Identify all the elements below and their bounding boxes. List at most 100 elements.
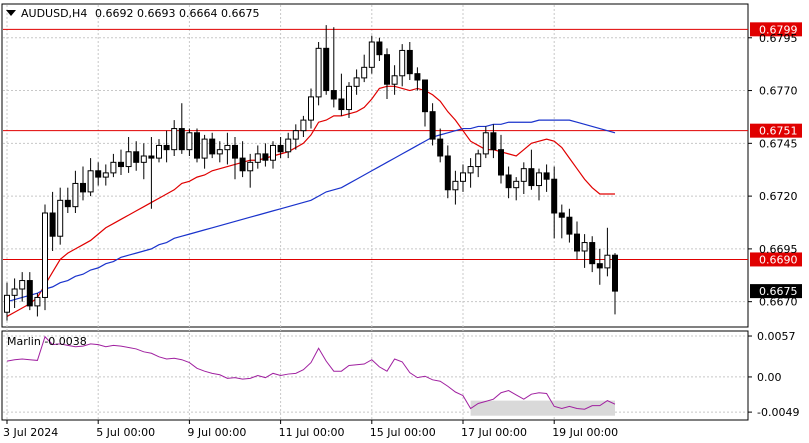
chart-canvas[interactable]: 0.67990.67510.66900.6675 0.67950.67700.6… xyxy=(0,0,809,443)
candle-body xyxy=(323,47,330,92)
x-tick-label: 17 Jul 00:00 xyxy=(461,426,527,439)
candle-body xyxy=(338,98,345,111)
indicator-panel-frame xyxy=(1,330,749,421)
x-tick-label: 5 Jul 00:00 xyxy=(96,426,155,439)
candle-body xyxy=(498,149,504,176)
candle-body xyxy=(543,172,550,180)
x-tick-label: 9 Jul 00:00 xyxy=(187,426,246,439)
candle-body xyxy=(171,128,178,151)
candle-body xyxy=(148,155,155,159)
y-tick-label: 0.6770 xyxy=(759,85,798,98)
candle-body xyxy=(72,182,79,208)
candle-body xyxy=(270,144,276,161)
candle-body xyxy=(475,153,482,168)
candle-body xyxy=(551,178,558,214)
candle-body xyxy=(596,263,603,269)
candle-body xyxy=(277,144,284,153)
candle-body xyxy=(452,180,459,191)
candle-body xyxy=(520,168,527,182)
candle-body xyxy=(292,130,299,140)
candle-body xyxy=(558,212,565,218)
candle-body xyxy=(49,212,56,237)
candle-body xyxy=(406,49,413,75)
candle-body xyxy=(528,168,535,187)
candle-body xyxy=(110,161,117,174)
candle-body xyxy=(308,96,314,121)
candle-body xyxy=(399,49,406,77)
candle-body xyxy=(125,151,132,168)
candle-body xyxy=(87,170,94,193)
candle-body xyxy=(414,73,421,81)
candle-body xyxy=(133,151,140,163)
candle-body xyxy=(315,47,322,98)
candle-body xyxy=(300,119,307,132)
candle-body xyxy=(574,233,580,252)
candle-body xyxy=(254,153,261,163)
ohlc-values: 0.6692 0.6693 0.6664 0.6675 xyxy=(95,7,259,20)
y-tick-label: 0.6795 xyxy=(759,32,798,45)
candle-body xyxy=(285,138,292,153)
candle-body xyxy=(346,85,352,111)
candle-body xyxy=(4,294,10,313)
osc-y-tick-label: -0.0049 xyxy=(757,406,799,419)
y-tick-label: 0.6670 xyxy=(759,296,798,309)
candle-body xyxy=(391,75,398,85)
candle-body xyxy=(140,155,147,163)
candle-body xyxy=(384,54,390,85)
osc-y-tick-label: 0.0057 xyxy=(757,330,796,343)
candle-body xyxy=(102,172,109,178)
chart-window: 0.6799 0.6751 0.6690 0.6675 0.6795 0.6770 0.6… xyxy=(0,0,809,443)
candle-body xyxy=(209,138,216,155)
candle-body xyxy=(178,128,185,151)
candle-body xyxy=(247,161,254,172)
candle-body xyxy=(64,199,71,208)
candle-body xyxy=(353,77,360,87)
candle-body xyxy=(361,66,368,79)
y-tick-label: 0.6720 xyxy=(759,190,798,203)
x-tick-label: 15 Jul 00:00 xyxy=(370,426,436,439)
candle-body xyxy=(429,111,436,140)
indicator-label: Marlin -0.0038 xyxy=(7,335,87,348)
candle-body xyxy=(422,79,428,113)
candle-body xyxy=(216,149,223,155)
candle-body xyxy=(80,182,86,193)
x-tick-label: 3 Jul 2024 xyxy=(3,426,58,439)
candle-body xyxy=(224,144,231,151)
candle-body xyxy=(156,144,162,159)
candle-body xyxy=(467,166,474,174)
level-price-label: 0.6751 xyxy=(759,125,798,138)
candle-body xyxy=(194,132,200,159)
candle-body xyxy=(11,288,18,296)
candle-body xyxy=(589,242,596,265)
candle-body xyxy=(368,41,375,68)
candle-body xyxy=(536,172,542,187)
candle-body xyxy=(201,138,208,159)
candle-body xyxy=(376,41,383,56)
candle-body xyxy=(513,180,520,189)
candle-body xyxy=(163,144,170,151)
candle-body xyxy=(566,216,573,235)
candle-body xyxy=(19,280,26,290)
candle-body xyxy=(239,157,246,172)
x-tick-label: 11 Jul 00:00 xyxy=(279,426,345,439)
candle-body xyxy=(118,161,124,168)
candle-body xyxy=(482,132,489,155)
symbol-label: AUDUSD,H4 xyxy=(21,7,87,20)
candle-body xyxy=(26,280,33,307)
candle-body xyxy=(444,155,451,191)
candle-body xyxy=(34,296,41,307)
candle-body xyxy=(490,132,497,151)
candle-body xyxy=(581,242,588,252)
candle-body xyxy=(186,132,193,151)
candle-body xyxy=(437,138,444,157)
candle-body xyxy=(330,90,337,100)
candle-body xyxy=(604,254,611,269)
candle-body xyxy=(505,174,512,189)
candle-body xyxy=(460,172,466,182)
candle-body xyxy=(95,170,102,178)
candle-body xyxy=(232,144,238,159)
candle-body xyxy=(262,153,269,161)
candle-body xyxy=(612,254,618,292)
candle-body xyxy=(42,212,48,298)
highlight-zone xyxy=(470,400,615,416)
